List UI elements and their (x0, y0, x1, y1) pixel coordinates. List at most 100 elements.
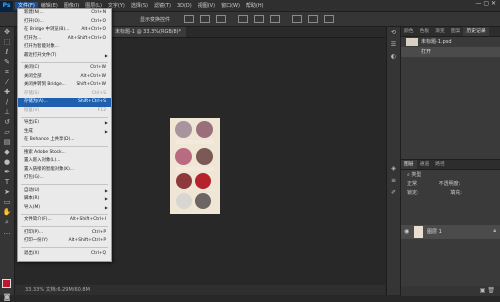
paths-icon[interactable]: ✐ (387, 187, 400, 199)
file-menu-item[interactable]: 打开为... Alt+Shift+Ctrl+O (18, 35, 111, 44)
menu-item-label: 自动(U) (24, 187, 40, 193)
history-step[interactable]: 打开 (401, 47, 500, 57)
menu-item-shortcut: Alt+Shift+Ctrl+O (67, 35, 106, 41)
gradient-tool-icon[interactable]: ▤ (0, 137, 14, 147)
quick-mask-icon[interactable]: ◙ (0, 292, 14, 302)
hand-tool-icon[interactable]: ✋ (0, 207, 14, 217)
show-transform-controls[interactable]: 显示变换控件 (140, 16, 170, 23)
menu-item-label: 关闭(C) (24, 65, 40, 70)
file-menu-item[interactable]: 关闭全部 Alt+Ctrl+W (18, 73, 111, 82)
file-menu-item[interactable]: 导出(E) ▶ (18, 119, 111, 128)
menu-view[interactable]: 视图(V) (195, 2, 218, 9)
document-tab[interactable]: 未标题-1 @ 33.3%(RGB/8)* (110, 27, 187, 37)
document-image[interactable] (170, 118, 220, 214)
file-menu-item[interactable]: 搜索 Adobe Stock... (18, 149, 111, 158)
tab-patterns[interactable]: 图案 (448, 27, 464, 36)
menu-separator (21, 226, 108, 227)
file-menu-item[interactable]: 关闭并转到 Bridge... Shift+Ctrl+W (18, 81, 111, 90)
distribute-middle-icon[interactable] (254, 15, 265, 23)
channels-icon[interactable]: ≡ (387, 175, 400, 187)
rectangle-tool-icon[interactable]: ▭ (0, 197, 14, 207)
file-menu-item[interactable]: 退出(X) Ctrl+Q (18, 250, 111, 259)
layer-name: 图层 1 (427, 229, 442, 235)
quick-select-tool-icon[interactable]: ✎ (0, 57, 14, 67)
healing-brush-tool-icon[interactable]: ✚ (0, 87, 14, 97)
layers-icon[interactable]: ◈ (387, 163, 400, 175)
adjustments-icon[interactable]: ◐ (387, 51, 400, 63)
file-menu-item[interactable]: 最近打开文件(T) ▶ (18, 52, 111, 61)
clone-stamp-tool-icon[interactable]: ⊥ (0, 107, 14, 117)
menu-select[interactable]: 选择(S) (128, 2, 151, 9)
file-menu-item[interactable]: 置入链接的智能对象(K)... (18, 166, 111, 175)
align-right-icon[interactable] (216, 15, 227, 23)
file-menu-item[interactable]: 文件简介(F)... Alt+Shift+Ctrl+I (18, 216, 111, 225)
menu-item-shortcut: Shift+Ctrl+S (78, 99, 106, 104)
zoom-tool-icon[interactable]: ⌕ (0, 217, 14, 227)
menu-item-label: 恢复(V) (24, 107, 40, 113)
distribute-top-icon[interactable] (238, 15, 249, 23)
blend-mode-select[interactable]: 正常 (407, 181, 417, 187)
menu-filter[interactable]: 滤镜(T) (151, 2, 174, 9)
file-menu-item[interactable]: 关闭(C) Ctrl+W (18, 64, 111, 73)
file-menu-item[interactable]: 自动(U) ▶ (18, 187, 111, 196)
dodge-tool-icon[interactable]: ● (0, 157, 14, 167)
type-tool-icon[interactable]: T (0, 177, 14, 187)
eyedropper-tool-icon[interactable]: ⁄ (0, 77, 14, 87)
foreground-color-swatch[interactable] (2, 279, 11, 288)
menu-help[interactable]: 帮助(H) (243, 2, 267, 9)
layer-filter[interactable]: ⌕ 类型 (401, 170, 500, 180)
file-menu-item[interactable]: 生成 ▶ (18, 128, 111, 137)
submenu-arrow-icon: ▶ (104, 204, 108, 210)
eye-icon[interactable]: ◉ (404, 228, 409, 235)
file-menu-item[interactable]: 置入嵌入对象(L)... (18, 157, 111, 166)
blur-tool-icon[interactable]: ◆ (0, 147, 14, 157)
file-menu-item[interactable]: 打包(G)... (18, 174, 111, 183)
window-controls[interactable]: — ▢ ✕ (475, 0, 496, 7)
more-tools-icon[interactable]: … (0, 227, 14, 237)
file-menu-item[interactable]: 在 Bridge 中浏览(B)... Alt+Ctrl+O (18, 26, 111, 35)
tab-color[interactable]: 颜色 (401, 27, 417, 36)
distribute-left-icon[interactable] (308, 15, 319, 23)
history-brush-tool-icon[interactable]: ↺ (0, 117, 14, 127)
history-snapshot[interactable]: 未标题-1.psd (401, 37, 500, 47)
menu-item-label: 置入链接的智能对象(K)... (24, 166, 75, 172)
brush-tool-icon[interactable]: ∕ (0, 97, 14, 107)
new-layer-icon[interactable]: ▣ (480, 287, 486, 294)
align-left-icon[interactable] (184, 15, 195, 23)
menu-3d[interactable]: 3D(D) (174, 3, 195, 9)
pen-tool-icon[interactable]: ✒ (0, 167, 14, 177)
panel-dock: ⟲ ☰ ◐ ◈ ≡ ✐ (386, 27, 400, 295)
tab-paths[interactable]: 路径 (432, 160, 448, 169)
file-menu-item[interactable]: 打印(P)... Ctrl+P (18, 229, 111, 238)
marquee-tool-icon[interactable]: ⬚ (0, 37, 14, 47)
move-tool-icon[interactable]: ✥ (0, 27, 14, 37)
distribute-bottom-icon[interactable] (270, 15, 281, 23)
tab-swatches[interactable]: 色板 (417, 27, 433, 36)
file-menu-item[interactable]: 脚本(R) ▶ (18, 195, 111, 204)
crop-tool-icon[interactable]: ⌗ (0, 67, 14, 77)
layer-row[interactable]: ◉ 图层 1 🔒︎ (401, 225, 500, 239)
file-menu-item[interactable]: 打印一份(Y) Alt+Shift+Ctrl+P (18, 237, 111, 246)
menu-window[interactable]: 窗口(W) (218, 2, 243, 9)
file-menu-item[interactable]: 新建(N)... Ctrl+N (18, 9, 111, 18)
file-menu-item[interactable]: 打开为智能对象... (18, 43, 111, 52)
align-center-icon[interactable] (200, 15, 211, 23)
tab-history[interactable]: 历史记录 (463, 27, 489, 36)
distribute-horizontal-icon[interactable] (324, 15, 335, 23)
eraser-tool-icon[interactable]: ▱ (0, 127, 14, 137)
tab-gradients[interactable]: 渐变 (432, 27, 448, 36)
trash-icon[interactable]: 🗑︎ (487, 287, 495, 294)
file-menu-item[interactable]: 导入(M) ▶ (18, 204, 111, 213)
history-icon[interactable]: ⟲ (387, 27, 400, 39)
file-menu-item[interactable]: 存储为(A)... Shift+Ctrl+S (18, 98, 111, 107)
menu-separator (21, 247, 108, 248)
auto-align-icon[interactable] (292, 15, 303, 23)
properties-icon[interactable]: ☰ (387, 39, 400, 51)
tab-layers[interactable]: 图层 (401, 160, 417, 169)
file-menu-item[interactable]: 在 Behance 上共享(D)... (18, 136, 111, 145)
path-select-tool-icon[interactable]: ➤ (0, 187, 14, 197)
tab-channels[interactable]: 通道 (417, 160, 433, 169)
opacity-label: 不透明度: (438, 181, 461, 187)
file-menu-item[interactable]: 打开(O)... Ctrl+O (18, 18, 111, 27)
lasso-tool-icon[interactable]: ℓ (0, 47, 14, 57)
